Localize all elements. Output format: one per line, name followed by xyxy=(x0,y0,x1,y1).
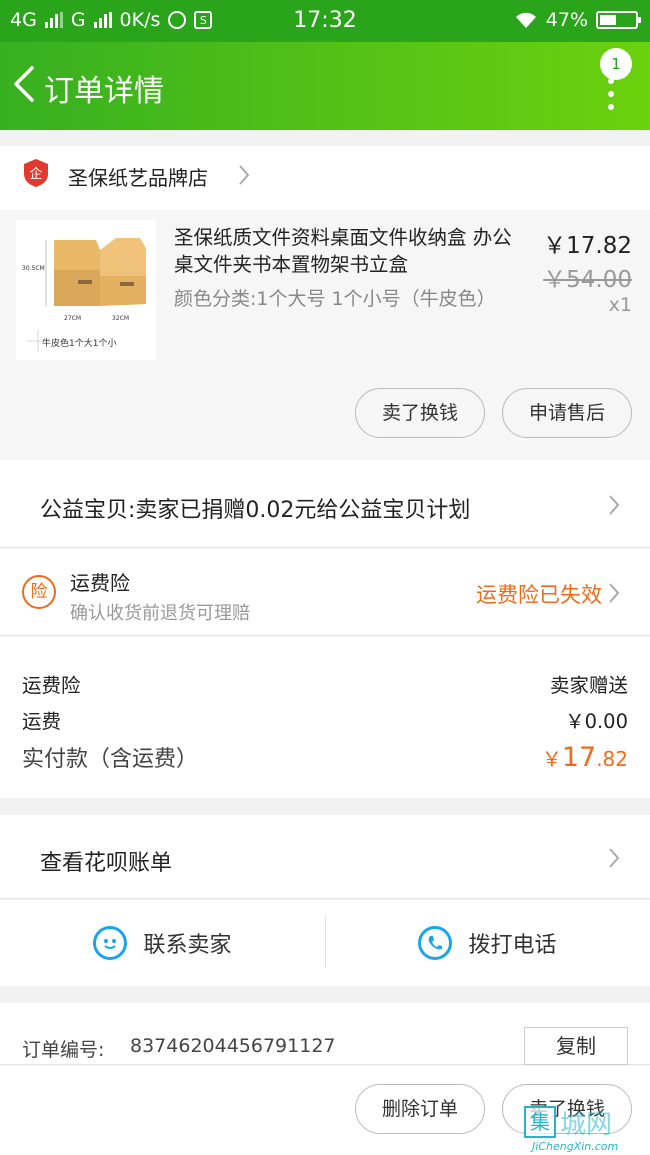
enterprise-shield-icon: 企 xyxy=(24,159,48,187)
product-card[interactable]: 30.5CM 27CM 32CM 牛皮色1个大1个小 圣保纸质文件资料桌面文件收… xyxy=(0,210,650,460)
order-number-label: 订单编号: xyxy=(22,1039,105,1061)
fee-summary: 运费险 卖家赠送 运费 ￥0.00 实付款（含运费） ￥17.82 xyxy=(0,637,650,798)
after-sale-button[interactable]: 申请售后 xyxy=(502,388,632,438)
shop-row[interactable]: 企 圣保纸艺品牌店 xyxy=(0,146,650,210)
watermark-site: JiChengXin.com xyxy=(532,1140,619,1153)
page-title: 订单详情 xyxy=(44,74,164,109)
fee-value: ￥0.00 xyxy=(565,710,628,733)
fee-label: 运费险 xyxy=(22,674,81,697)
battery-icon xyxy=(596,11,641,29)
fee-value: 卖家赠送 xyxy=(549,674,628,697)
total-dec: .82 xyxy=(596,747,628,771)
site-watermark-logo: 集 城网 JiChengXin.com xyxy=(524,1104,642,1154)
phone-icon xyxy=(418,926,453,960)
contact-seller-button[interactable]: 联系卖家 xyxy=(0,900,325,986)
thumb-height-label: 30.5CM xyxy=(22,265,45,272)
status-bar: 4G G 0K/s S 17:32 47% xyxy=(0,0,650,42)
product-sku: 颜色分类:1个大号 1个小号（牛皮色） xyxy=(174,288,496,310)
order-number-row: 订单编号: 83746204456791127 复制 xyxy=(0,1003,650,1065)
total-amount: ￥17.82 xyxy=(542,742,628,773)
shipping-insurance-row[interactable]: 险 运费险 确认收货前退货可理赔 运费险已失效 xyxy=(0,549,650,636)
contact-bar: 联系卖家 拨打电话 xyxy=(0,900,650,986)
product-original-price: ￥54.00 xyxy=(543,267,632,293)
thumb-depth-label: 32CM xyxy=(112,315,129,322)
fee-row-shipping: 运费 ￥0.00 xyxy=(22,705,628,734)
contact-seller-label: 联系卖家 xyxy=(143,933,232,958)
product-title[interactable]: 圣保纸质文件资料桌面文件收纳盒 办公桌文件夹书本置物架书立盒 xyxy=(174,224,528,278)
charity-row[interactable]: 公益宝贝:卖家已捐赠0.02元给公益宝贝计划 xyxy=(0,460,650,548)
total-int: 17 xyxy=(561,742,597,773)
svg-text:企: 企 xyxy=(29,166,42,182)
bill-text: 查看花呗账单 xyxy=(40,851,173,876)
back-arrow-icon[interactable] xyxy=(10,64,40,104)
watermark-box: 集 xyxy=(524,1106,556,1138)
shop-name[interactable]: 圣保纸艺品牌店 xyxy=(68,162,208,191)
insurance-status: 运费险已失效 xyxy=(476,583,602,607)
chevron-right-icon xyxy=(609,495,620,515)
chevron-right-icon xyxy=(239,165,250,185)
chat-icon xyxy=(93,926,128,960)
sell-for-cash-button[interactable]: 卖了换钱 xyxy=(355,388,485,438)
charity-text: 公益宝贝:卖家已捐赠0.02元给公益宝贝计划 xyxy=(40,498,471,523)
fee-row-insurance: 运费险 卖家赠送 xyxy=(22,669,628,698)
insurance-title: 运费险 xyxy=(70,571,130,595)
fee-row-total: 实付款（含运费） ￥17.82 xyxy=(22,741,628,773)
order-number: 83746204456791127 xyxy=(130,1035,336,1057)
delete-order-button[interactable]: 删除订单 xyxy=(355,1084,485,1134)
more-menu-icon[interactable] xyxy=(608,78,614,110)
battery-fill xyxy=(600,15,616,25)
thumb-width-label: 27CM xyxy=(64,315,81,322)
fee-label: 运费 xyxy=(22,710,62,733)
huabei-bill-row[interactable]: 查看花呗账单 xyxy=(0,815,650,899)
wifi-icon xyxy=(515,12,536,28)
copy-button[interactable]: 复制 xyxy=(524,1027,628,1065)
call-phone-button[interactable]: 拨打电话 xyxy=(325,900,650,986)
chevron-right-icon xyxy=(609,583,620,603)
thumb-caption: 牛皮色1个大1个小 xyxy=(42,337,116,349)
insurance-subtitle: 确认收货前退货可理赔 xyxy=(70,603,250,624)
call-phone-label: 拨打电话 xyxy=(468,933,557,958)
product-quantity: x1 xyxy=(608,294,632,316)
total-currency: ￥ xyxy=(541,747,562,771)
battery-percent: 47% xyxy=(545,9,588,31)
product-price: ￥17.82 xyxy=(543,233,632,259)
chevron-right-icon xyxy=(609,848,620,868)
total-label: 实付款（含运费） xyxy=(22,747,199,772)
insurance-icon: 险 xyxy=(22,575,56,609)
watermark-text: 城网 xyxy=(560,1110,613,1140)
product-thumbnail[interactable]: 30.5CM 27CM 32CM 牛皮色1个大1个小 xyxy=(16,220,156,360)
header: 订单详情 1 xyxy=(0,42,650,130)
message-badge[interactable]: 1 xyxy=(600,48,632,80)
